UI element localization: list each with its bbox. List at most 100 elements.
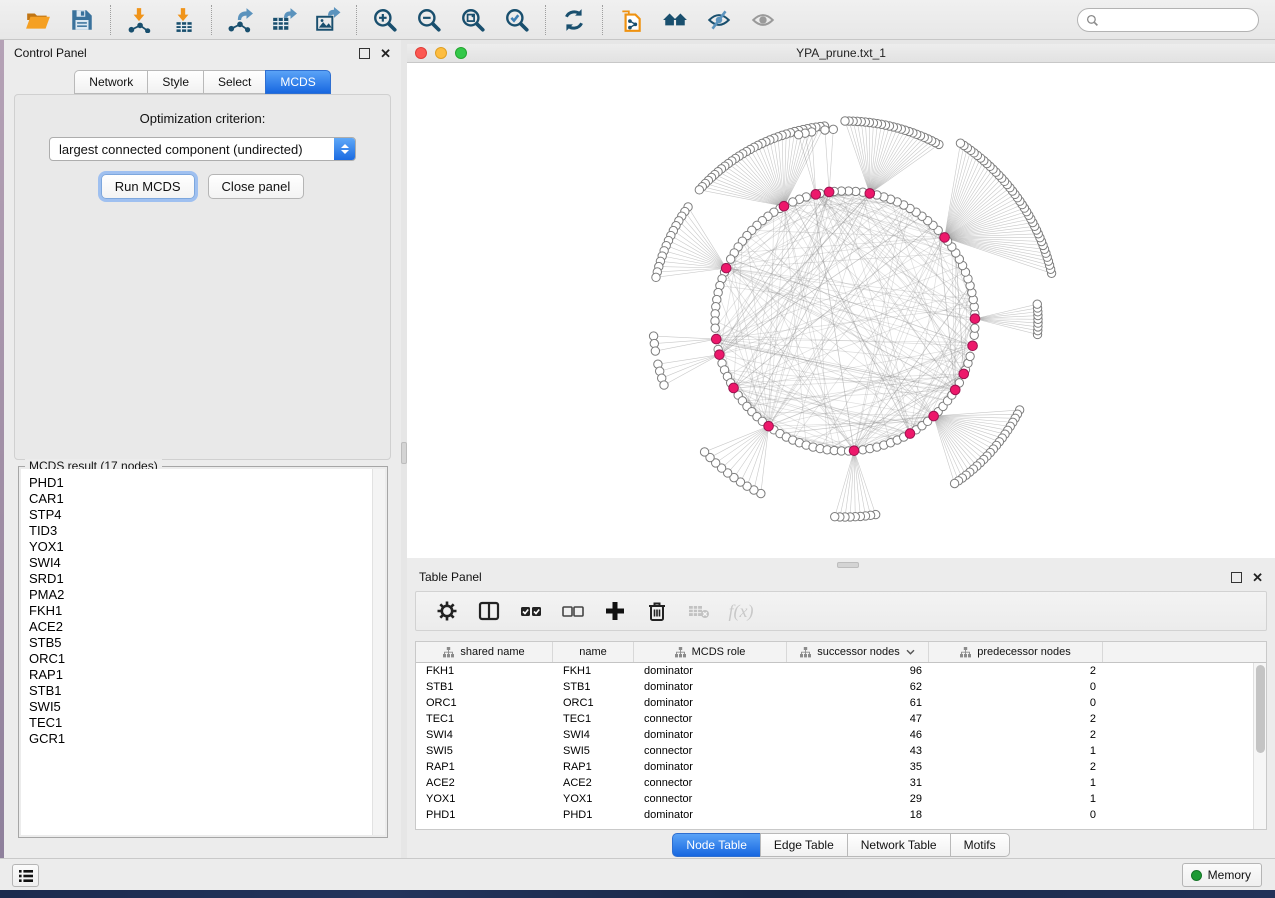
mcds-result-scrollbar[interactable]: [372, 469, 385, 835]
column-header-predecessor-nodes[interactable]: predecessor nodes: [929, 642, 1103, 662]
mcds-hub-node[interactable]: [824, 187, 834, 197]
table-row[interactable]: TEC1TEC1connector472: [416, 711, 1266, 727]
task-history-button[interactable]: [12, 864, 39, 887]
optimization-criterion-dropdown[interactable]: largest connected component (undirected): [49, 137, 356, 161]
mcds-result-item[interactable]: STB1: [29, 683, 385, 699]
tab-mcds[interactable]: MCDS: [265, 70, 330, 94]
hide-selected-button[interactable]: [705, 6, 733, 34]
mcds-hub-node[interactable]: [929, 411, 939, 421]
mcds-result-item[interactable]: ACE2: [29, 619, 385, 635]
mcds-result-item[interactable]: PMA2: [29, 587, 385, 603]
tab-select[interactable]: Select: [203, 70, 265, 94]
tab-node-table[interactable]: Node Table: [672, 833, 760, 857]
show-hidden-button[interactable]: [749, 6, 777, 34]
run-mcds-button[interactable]: Run MCDS: [101, 174, 195, 199]
mcds-result-item[interactable]: SRD1: [29, 571, 385, 587]
mcds-hub-node[interactable]: [711, 334, 721, 344]
column-header-shared-name[interactable]: shared name: [416, 642, 553, 662]
table-row[interactable]: SWI5SWI5connector431: [416, 743, 1266, 759]
float-panel-icon[interactable]: [359, 48, 370, 59]
zoom-fit-button[interactable]: [459, 6, 487, 34]
mcds-result-item[interactable]: STP4: [29, 507, 385, 523]
mcds-hub-node[interactable]: [865, 189, 875, 199]
leaf-node[interactable]: [950, 479, 958, 487]
refresh-layout-button[interactable]: [560, 6, 588, 34]
mcds-result-item[interactable]: CAR1: [29, 491, 385, 507]
delete-row-button[interactable]: [646, 600, 668, 622]
network-canvas[interactable]: [407, 63, 1275, 558]
tab-edge-table[interactable]: Edge Table: [760, 833, 847, 857]
mcds-hub-node[interactable]: [849, 446, 859, 456]
import-table-button[interactable]: [169, 6, 197, 34]
split-columns-button[interactable]: [478, 600, 500, 622]
table-settings-button[interactable]: [436, 600, 458, 622]
leaf-node[interactable]: [841, 117, 849, 125]
table-row[interactable]: STB1STB1dominator620: [416, 679, 1266, 695]
mcds-result-item[interactable]: TID3: [29, 523, 385, 539]
leaf-node[interactable]: [956, 139, 964, 147]
mcds-hub-node[interactable]: [779, 201, 789, 211]
mcds-hub-node[interactable]: [715, 350, 725, 360]
table-row[interactable]: FKH1FKH1dominator962: [416, 663, 1266, 679]
table-row[interactable]: PHD1PHD1dominator180: [416, 807, 1266, 823]
leaf-node[interactable]: [660, 381, 668, 389]
zoom-out-button[interactable]: [415, 6, 443, 34]
leaf-node[interactable]: [700, 448, 708, 456]
network-search-field[interactable]: [1077, 8, 1259, 32]
horizontal-splitter-handle[interactable]: [837, 562, 859, 568]
mcds-result-item[interactable]: ORC1: [29, 651, 385, 667]
mcds-hub-node[interactable]: [940, 233, 950, 243]
mcds-hub-node[interactable]: [721, 263, 731, 273]
table-row[interactable]: YOX1YOX1connector291: [416, 791, 1266, 807]
leaf-node[interactable]: [1033, 300, 1041, 308]
network-node[interactable]: [711, 324, 719, 332]
export-table-button[interactable]: [270, 6, 298, 34]
table-row[interactable]: ACE2ACE2connector311: [416, 775, 1266, 791]
table-scrollbar-thumb[interactable]: [1256, 665, 1265, 753]
leaf-node[interactable]: [821, 126, 829, 134]
mcds-result-item[interactable]: SWI4: [29, 555, 385, 571]
save-session-button[interactable]: [68, 6, 96, 34]
tab-motifs[interactable]: Motifs: [950, 833, 1010, 857]
new-network-from-selection-button[interactable]: [617, 6, 645, 34]
network-node[interactable]: [966, 352, 974, 360]
column-header-MCDS-role[interactable]: MCDS role: [634, 642, 787, 662]
leaf-node[interactable]: [651, 347, 659, 355]
tab-style[interactable]: Style: [147, 70, 203, 94]
mcds-hub-node[interactable]: [959, 369, 969, 379]
memory-button[interactable]: Memory: [1182, 863, 1262, 887]
table-row[interactable]: ORC1ORC1dominator610: [416, 695, 1266, 711]
close-panel-icon[interactable]: ✕: [380, 48, 391, 59]
leaf-node[interactable]: [652, 273, 660, 281]
mcds-hub-node[interactable]: [968, 341, 978, 351]
column-header-successor-nodes[interactable]: successor nodes: [787, 642, 929, 662]
open-file-button[interactable]: [24, 6, 52, 34]
mcds-result-item[interactable]: GCR1: [29, 731, 385, 747]
mcds-hub-node[interactable]: [905, 429, 915, 439]
delete-column-button[interactable]: [688, 600, 710, 622]
leaf-node[interactable]: [829, 125, 837, 133]
mcds-result-item[interactable]: STB5: [29, 635, 385, 651]
tab-network[interactable]: Network: [74, 70, 147, 94]
search-input[interactable]: [1103, 13, 1253, 27]
mcds-hub-node[interactable]: [764, 421, 774, 431]
mcds-result-item[interactable]: PHD1: [29, 475, 385, 491]
table-row[interactable]: RAP1RAP1dominator352: [416, 759, 1266, 775]
select-all-rows-button[interactable]: [520, 600, 542, 622]
close-panel-button[interactable]: Close panel: [208, 174, 305, 199]
leaf-node[interactable]: [695, 186, 703, 194]
column-header-name[interactable]: name: [553, 642, 634, 662]
zoom-in-button[interactable]: [371, 6, 399, 34]
network-node[interactable]: [726, 255, 734, 263]
network-node[interactable]: [789, 198, 797, 206]
table-row[interactable]: SWI4SWI4dominator462: [416, 727, 1266, 743]
apply-function-button[interactable]: f(x): [730, 600, 752, 622]
mcds-hub-node[interactable]: [729, 383, 739, 393]
network-node[interactable]: [971, 324, 979, 332]
leaf-node[interactable]: [831, 513, 839, 521]
tab-network-table[interactable]: Network Table: [847, 833, 950, 857]
zoom-selected-button[interactable]: [503, 6, 531, 34]
mcds-hub-node[interactable]: [950, 385, 960, 395]
add-row-button[interactable]: [604, 600, 626, 622]
mcds-hub-node[interactable]: [811, 190, 821, 200]
